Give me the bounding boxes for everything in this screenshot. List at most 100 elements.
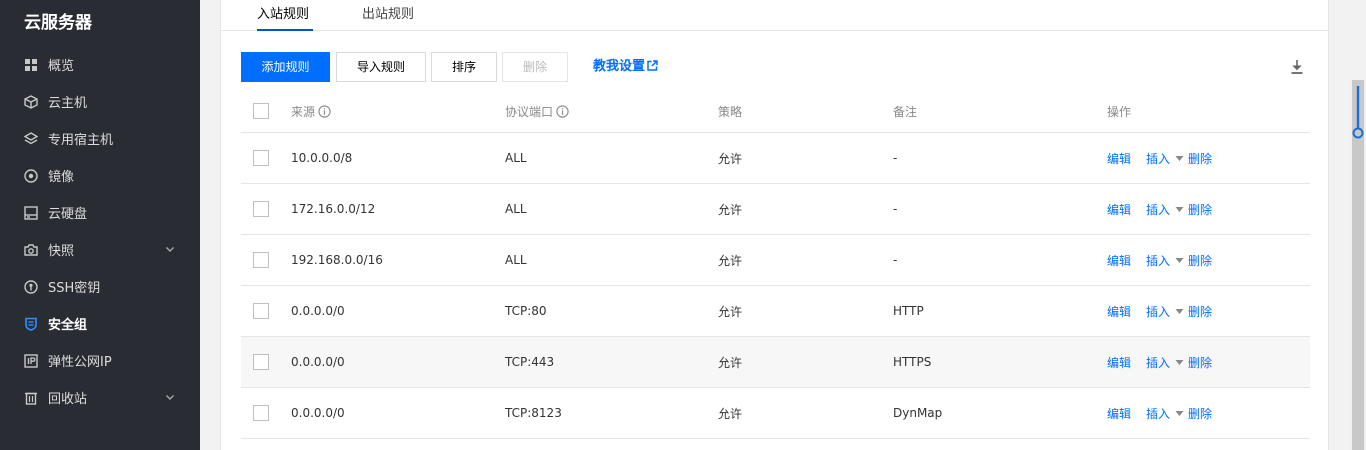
sort-button[interactable]: 排序 [431, 52, 497, 82]
cell-protocol: ALL [505, 151, 527, 165]
sidebar-item-images[interactable]: 镜像 [0, 157, 200, 194]
edit-link[interactable]: 编辑 [1107, 150, 1131, 167]
sidebar-brand: 云服务器 [24, 13, 92, 33]
add-rule-button[interactable]: 添加规则 [241, 52, 330, 82]
edit-link[interactable]: 编辑 [1107, 201, 1131, 218]
row-checkbox[interactable] [253, 201, 269, 217]
cell-actions: 编辑 插入 删除 [1107, 337, 1212, 387]
edit-link[interactable]: 编辑 [1107, 354, 1131, 371]
sidebar-item-instances[interactable]: 云主机 [0, 83, 200, 120]
insert-link[interactable]: 插入 [1146, 252, 1170, 269]
sidebar-item-ssh-keys[interactable]: SSH密钥 [0, 268, 200, 305]
cell-remark: - [893, 151, 898, 165]
row-checkbox[interactable] [253, 252, 269, 268]
insert-link[interactable]: 插入 [1146, 201, 1170, 218]
info-icon[interactable] [556, 104, 569, 118]
scroll-indicator-icon [1352, 86, 1364, 139]
cell-remark: - [893, 202, 898, 216]
chevron-down-icon[interactable] [164, 243, 176, 255]
sidebar-item-label: 弹性公网IP [48, 355, 112, 370]
layers-icon [24, 131, 38, 146]
cell-policy: 允许 [718, 253, 743, 268]
delete-link[interactable]: 删除 [1188, 303, 1212, 320]
sidebar-item-overview[interactable]: 概览 [0, 46, 200, 83]
sidebar-item-label: 云硬盘 [48, 207, 88, 222]
header-source: 来源 [291, 90, 331, 132]
key-icon [24, 279, 38, 294]
chevron-down-icon[interactable] [164, 391, 176, 403]
delete-button[interactable]: 删除 [502, 52, 568, 82]
import-rules-button[interactable]: 导入规则 [336, 52, 426, 82]
rules-table: 来源 协议端口 策略 备注 操作 10.0.0.0/8 ALL 允许 - 编辑 … [241, 90, 1310, 439]
cube-icon [24, 94, 38, 109]
sidebar-item-recycle-bin[interactable]: 回收站 [0, 379, 200, 416]
table-header-row: 来源 协议端口 策略 备注 操作 [241, 90, 1310, 133]
edit-link[interactable]: 编辑 [1107, 303, 1131, 320]
row-checkbox[interactable] [253, 405, 269, 421]
caret-down-icon[interactable] [1175, 205, 1184, 214]
insert-link[interactable]: 插入 [1146, 303, 1170, 320]
download-icon[interactable] [1290, 59, 1304, 75]
header-protocol: 协议端口 [505, 90, 569, 132]
sidebar-item-label: 云主机 [48, 96, 88, 111]
tab-inbound-rules[interactable]: 入站规则 [257, 0, 313, 31]
cell-policy: 允许 [718, 355, 743, 370]
header-protocol-label: 协议端口 [505, 104, 554, 119]
select-all-checkbox[interactable] [253, 103, 269, 119]
grid-icon [24, 58, 38, 72]
insert-link[interactable]: 插入 [1146, 354, 1170, 371]
delete-link[interactable]: 删除 [1188, 201, 1212, 218]
edit-link[interactable]: 编辑 [1107, 252, 1131, 269]
edit-link[interactable]: 编辑 [1107, 405, 1131, 422]
rule-tabs: 入站规则 出站规则 [221, 0, 1328, 31]
insert-link[interactable]: 插入 [1146, 405, 1170, 422]
shield-icon [24, 317, 38, 331]
cell-actions: 编辑 插入 删除 [1107, 133, 1212, 183]
table-row: 10.0.0.0/8 ALL 允许 - 编辑 插入 删除 [241, 133, 1310, 184]
cell-policy: 允许 [718, 202, 743, 217]
delete-link[interactable]: 删除 [1188, 252, 1212, 269]
cell-actions: 编辑 插入 删除 [1107, 388, 1212, 438]
sidebar-item-label: 镜像 [48, 170, 75, 185]
row-checkbox[interactable] [253, 303, 269, 319]
header-remark: 备注 [893, 104, 918, 119]
cell-source: 0.0.0.0/0 [291, 304, 345, 318]
table-row: 192.168.0.0/16 ALL 允许 - 编辑 插入 删除 [241, 235, 1310, 286]
sidebar-item-label: 概览 [48, 59, 75, 74]
tab-outbound-rules[interactable]: 出站规则 [362, 0, 422, 31]
row-checkbox[interactable] [253, 150, 269, 166]
cell-remark: DynMap [893, 406, 943, 420]
table-row: 0.0.0.0/0 TCP:8123 允许 DynMap 编辑 插入 删除 [241, 388, 1310, 439]
header-source-label: 来源 [291, 104, 316, 119]
security-group-rules-panel: 入站规则 出站规则 添加规则 导入规则 排序 删除 教我设置 来源 协议端口 策… [220, 0, 1329, 450]
header-policy: 策略 [718, 104, 743, 119]
caret-down-icon[interactable] [1175, 154, 1184, 163]
sidebar: 云服务器 概览 云主机 专用宿主机 镜像 云硬盘 快照 SSH密钥 安全组 弹性… [0, 0, 200, 450]
caret-down-icon[interactable] [1175, 307, 1184, 316]
delete-link[interactable]: 删除 [1188, 354, 1212, 371]
sidebar-item-disks[interactable]: 云硬盘 [0, 194, 200, 231]
caret-down-icon[interactable] [1175, 409, 1184, 418]
cell-source: 0.0.0.0/0 [291, 355, 345, 369]
sidebar-item-dedicated-host[interactable]: 专用宿主机 [0, 120, 200, 157]
sidebar-item-label: 回收站 [48, 392, 88, 407]
info-icon[interactable] [318, 104, 331, 118]
sidebar-item-eip[interactable]: 弹性公网IP [0, 342, 200, 379]
insert-link[interactable]: 插入 [1146, 150, 1170, 167]
sidebar-item-security-group[interactable]: 安全组 [0, 305, 200, 342]
cell-protocol: ALL [505, 202, 527, 216]
caret-down-icon[interactable] [1175, 256, 1184, 265]
cell-source: 192.168.0.0/16 [291, 253, 383, 267]
sidebar-item-snapshots[interactable]: 快照 [0, 231, 200, 268]
delete-link[interactable]: 删除 [1188, 405, 1212, 422]
header-action: 操作 [1107, 104, 1132, 119]
setup-guide-label: 教我设置 [593, 59, 646, 74]
row-checkbox[interactable] [253, 354, 269, 370]
caret-down-icon[interactable] [1175, 358, 1184, 367]
delete-link[interactable]: 删除 [1188, 150, 1212, 167]
cell-protocol: TCP:80 [505, 304, 547, 318]
cell-policy: 允许 [718, 304, 743, 319]
sidebar-item-label: 安全组 [48, 318, 88, 333]
cell-source: 0.0.0.0/0 [291, 406, 345, 420]
setup-guide-link[interactable]: 教我设置 [593, 52, 658, 82]
